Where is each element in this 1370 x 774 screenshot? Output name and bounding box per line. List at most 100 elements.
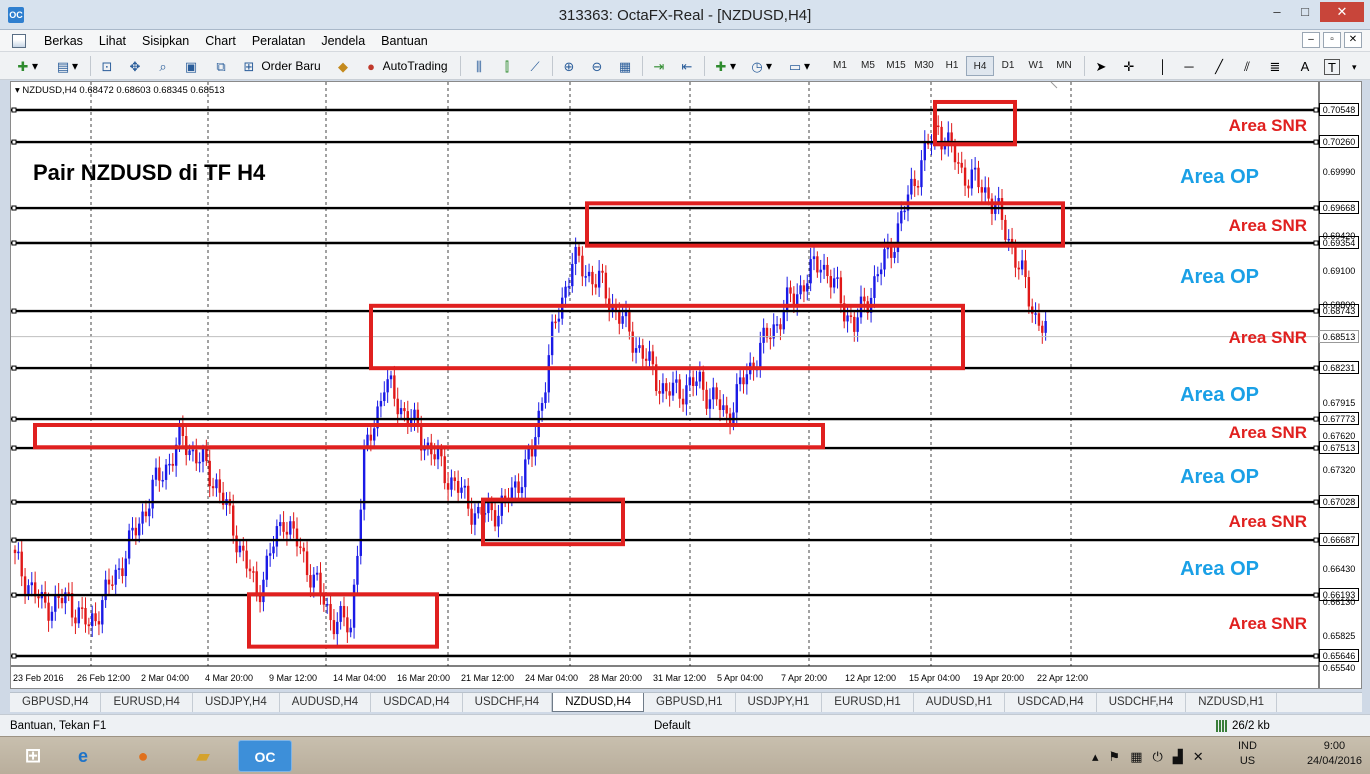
chart-tab[interactable]: AUDUSD,H4 [280, 693, 372, 712]
chart-tab[interactable]: EURUSD,H4 [101, 693, 193, 712]
strategy-tester-button[interactable]: ⧉ [212, 55, 230, 77]
maximize-button[interactable]: □ [1292, 2, 1318, 22]
terminal-button[interactable]: ▣ [182, 55, 200, 77]
menu-item-chart[interactable]: Chart [197, 33, 244, 49]
profiles-button[interactable]: ▤ ▾ [54, 55, 78, 77]
text-label-tool[interactable]: T [1324, 55, 1340, 77]
menu-item-lihat[interactable]: Lihat [91, 33, 134, 49]
mdi-close-button[interactable]: ✕ [1344, 32, 1362, 48]
document-icon[interactable] [12, 34, 26, 48]
chart-shift-button[interactable]: ⇤ [678, 55, 696, 77]
autotrading-button[interactable]: ● AutoTrading [362, 55, 448, 77]
candle-body [386, 379, 389, 393]
network-icon[interactable]: ▦ [1130, 749, 1142, 765]
volume-icon[interactable]: ✕ [1193, 749, 1204, 765]
chart-tab[interactable]: AUDUSD,H1 [914, 693, 1006, 712]
menu-item-sisipkan[interactable]: Sisipkan [134, 33, 197, 49]
chart-tab[interactable]: EURUSD,H1 [822, 693, 914, 712]
timeframe-mn[interactable]: MN [1050, 56, 1078, 76]
candle-body [514, 481, 517, 488]
status-help: Bantuan, Tekan F1 [10, 720, 107, 732]
navigator-button[interactable]: ✥ [126, 55, 144, 77]
candle-body [856, 317, 859, 332]
chart-tab[interactable]: USDCHF,H4 [463, 693, 553, 712]
text-tool[interactable]: A [1296, 55, 1314, 77]
line-chart-button[interactable]: ⟋ [526, 55, 544, 77]
snr-zone-label: Area SNR [1228, 423, 1307, 442]
periods-button[interactable]: ◷ ▾ [748, 55, 772, 77]
toolbar-more[interactable]: ▾ [1352, 55, 1357, 77]
flag-icon[interactable]: ⚑ [1109, 749, 1121, 765]
templates-button[interactable]: ▭ ▾ [786, 55, 810, 77]
menu-bar: Berkas Lihat Sisipkan Chart Peralatan Jendela… [0, 30, 1370, 52]
timeframe-h4[interactable]: H4 [966, 56, 994, 76]
chart-window[interactable]: ▾ NZDUSD,H4 0.68472 0.68603 0.68345 0.68… [10, 81, 1362, 689]
taskbar-ie[interactable]: e [56, 740, 110, 772]
zoom-in-button[interactable]: ⊕ [560, 55, 578, 77]
timeframe-d1[interactable]: D1 [994, 56, 1022, 76]
minimize-button[interactable]: – [1264, 2, 1290, 22]
chart-tab[interactable]: USDCAD,H4 [1005, 693, 1097, 712]
equidistant-channel-tool[interactable]: ⫽ [1238, 55, 1256, 77]
chart-tab[interactable]: USDJPY,H1 [736, 693, 823, 712]
menu-item-bantuan[interactable]: Bantuan [373, 33, 436, 49]
candle-body [205, 449, 208, 461]
chart-tab[interactable]: NZDUSD,H4 [552, 693, 645, 712]
candle-body [80, 607, 84, 609]
crosshair-icon: ✛ [1123, 58, 1135, 74]
new-chart-button[interactable]: ✚ ▾ [14, 55, 38, 77]
taskbar-firefox[interactable]: ● [116, 740, 170, 772]
candle-body [722, 405, 725, 411]
signal-icon[interactable]: ▟ [1173, 749, 1183, 765]
mdi-restore-button[interactable]: ▫ [1323, 32, 1341, 48]
candle-body [665, 383, 668, 392]
chart-tab[interactable]: USDCHF,H4 [1097, 693, 1187, 712]
bar-chart-button[interactable]: ⫼ [470, 55, 488, 77]
menu-item-jendela[interactable]: Jendela [313, 33, 373, 49]
chart-tab[interactable]: GBPUSD,H1 [644, 693, 736, 712]
candle-body [295, 528, 299, 547]
candle-body [20, 551, 23, 577]
timeframe-w1[interactable]: W1 [1022, 56, 1050, 76]
chart-tab[interactable]: USDJPY,H4 [193, 693, 280, 712]
meta-editor-button[interactable]: ◆ [334, 55, 352, 77]
indicators-button[interactable]: ✚ ▾ [712, 55, 736, 77]
timeframe-m5[interactable]: M5 [854, 56, 882, 76]
data-window-button[interactable]: ⌕ [154, 55, 172, 77]
chart-tab[interactable]: USDCAD,H4 [371, 693, 463, 712]
chart-tab[interactable]: NZDUSD,H1 [1186, 693, 1278, 712]
horizontal-line-tool[interactable]: ─ [1180, 55, 1198, 77]
tile-windows-button[interactable]: ▦ [616, 55, 634, 77]
menu-item-peralatan[interactable]: Peralatan [244, 33, 314, 49]
cursor-tool[interactable]: ➤ [1092, 55, 1110, 77]
auto-scroll-button[interactable]: ⇥ [650, 55, 668, 77]
usb-icon[interactable]: ⏻ [1152, 749, 1162, 765]
timeframe-m1[interactable]: M1 [826, 56, 854, 76]
trendline-tool[interactable]: ╱ [1210, 55, 1228, 77]
candle-body [1024, 260, 1027, 278]
market-watch-button[interactable]: ⊡ [98, 55, 116, 77]
chart-tab[interactable]: GBPUSD,H4 [10, 693, 102, 712]
timeframe-m15[interactable]: M15 [882, 56, 910, 76]
vertical-line-tool[interactable]: │ [1154, 55, 1172, 77]
start-button[interactable]: ⊞ [6, 740, 60, 772]
menu-item-berkas[interactable]: Berkas [36, 33, 91, 49]
clock[interactable]: 9:00 24/04/2016 [1307, 739, 1362, 769]
chart-annotation-title: Pair NZDUSD di TF H4 [33, 160, 266, 185]
order-new-button[interactable]: ⊞ Order Baru [240, 55, 321, 77]
taskbar-explorer[interactable]: ▰ [176, 740, 230, 772]
candle-body [201, 449, 205, 462]
candle-body [289, 521, 292, 535]
mdi-minimize-button[interactable]: – [1302, 32, 1320, 48]
timeframe-h1[interactable]: H1 [938, 56, 966, 76]
language-indicator[interactable]: IND US [1238, 739, 1257, 769]
close-button[interactable]: ✕ [1320, 2, 1364, 22]
timeframe-m30[interactable]: M30 [910, 56, 938, 76]
taskbar-octafx[interactable]: OC [238, 740, 292, 772]
zoom-out-button[interactable]: ⊖ [588, 55, 606, 77]
candlestick-button[interactable]: ⫿ [498, 55, 516, 77]
crosshair-tool[interactable]: ✛ [1120, 55, 1138, 77]
tray-overflow-icon[interactable]: ▴ [1092, 749, 1099, 765]
candle-body [863, 296, 866, 302]
fibonacci-tool[interactable]: ≣ [1266, 55, 1284, 77]
